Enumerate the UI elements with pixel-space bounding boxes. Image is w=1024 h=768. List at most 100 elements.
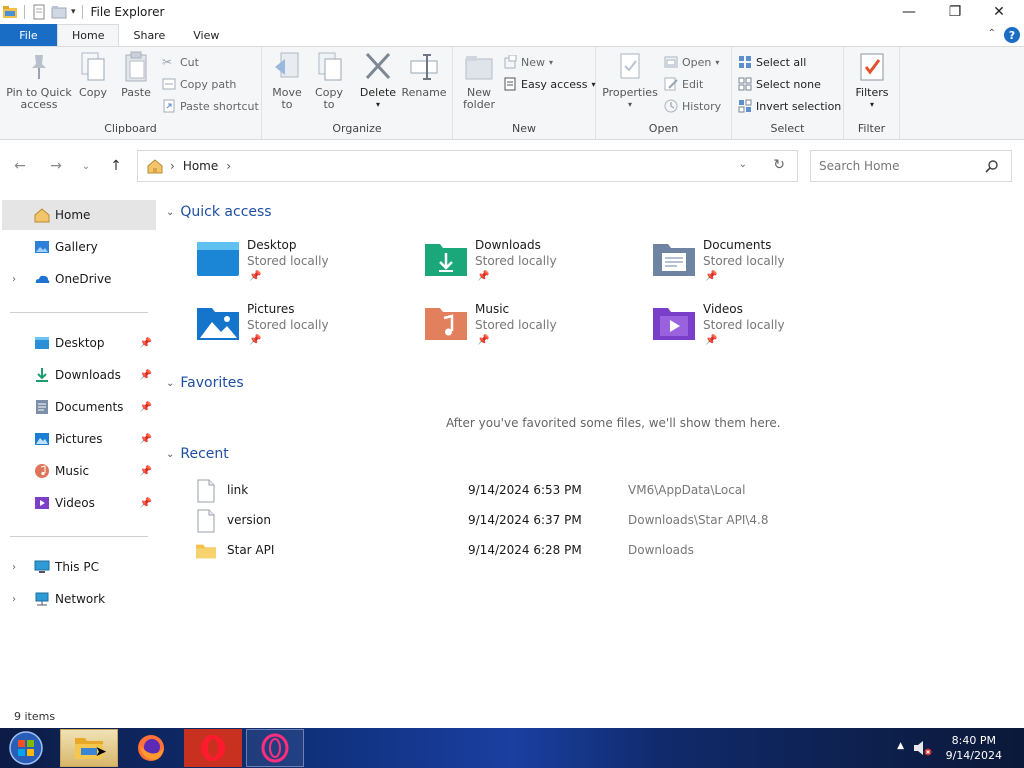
collapse-chevron-icon[interactable]: ⌄ [166, 449, 174, 460]
collapse-ribbon-icon[interactable]: ⌃ [988, 28, 996, 39]
sidebar-item-label: Desktop [55, 336, 105, 350]
tab-view[interactable]: View [179, 24, 233, 46]
tab-home[interactable]: Home [57, 24, 120, 46]
open-button[interactable]: Open ▾ [664, 55, 719, 69]
open-label: Open [682, 55, 712, 69]
quick-access-item[interactable]: Music Stored locally 📌 [424, 302, 644, 358]
sidebar-item-onedrive[interactable]: › OneDrive [2, 264, 156, 294]
recent-file-name: link [227, 483, 249, 497]
properties-button[interactable]: Properties ▾ [602, 51, 658, 111]
sidebar-item-pictures[interactable]: Pictures 📌 [2, 424, 156, 454]
quick-access-sub: Stored locally [703, 318, 785, 332]
tab-share[interactable]: Share [119, 24, 179, 46]
up-button[interactable]: ↑ [106, 156, 126, 176]
show-hidden-icons-icon[interactable]: ▲ [897, 741, 904, 751]
address-separator-icon-2[interactable]: › [226, 159, 231, 173]
quick-access-item[interactable]: Desktop Stored locally 📌 [196, 238, 416, 294]
pin-icon[interactable]: 📌 [140, 434, 152, 445]
search-box[interactable] [810, 150, 1012, 182]
pin-icon[interactable]: 📌 [140, 466, 152, 477]
quick-access-header[interactable]: ⌄ Quick access [166, 204, 272, 220]
recent-file-row[interactable]: Star API 9/14/2024 6:28 PM Downloads [190, 537, 810, 565]
pin-icon[interactable]: 📌 [140, 370, 152, 381]
minimize-icon: — [902, 4, 916, 20]
expand-chevron-icon[interactable]: › [12, 562, 16, 573]
paste-shortcut-button[interactable]: Paste shortcut [162, 99, 259, 113]
quick-access-item[interactable]: Videos Stored locally 📌 [652, 302, 872, 358]
pin-icon[interactable]: 📌 [140, 498, 152, 509]
new-folder-button[interactable]: New folder [461, 51, 497, 111]
pin-icon[interactable]: 📌 [140, 402, 152, 413]
forward-button[interactable]: → [46, 156, 66, 176]
sidebar-item-desktop[interactable]: Desktop 📌 [2, 328, 156, 358]
quick-access-item[interactable]: Documents Stored locally 📌 [652, 238, 872, 294]
copy-path-button[interactable]: Copy path [162, 77, 236, 91]
delete-button[interactable]: Delete ▾ [360, 51, 396, 111]
properties-qat-icon[interactable] [31, 4, 47, 20]
refresh-icon[interactable]: ↻ [773, 157, 785, 173]
taskbar-opera[interactable] [184, 729, 242, 767]
sidebar-item-videos[interactable]: Videos 📌 [2, 488, 156, 518]
search-input[interactable] [819, 159, 979, 173]
recent-file-location: VM6\AppData\Local [628, 483, 746, 497]
rename-button[interactable]: Rename [401, 51, 447, 99]
close-button[interactable]: ✕ [976, 0, 1022, 24]
maximize-button[interactable]: ❐ [932, 0, 978, 24]
taskbar-clock[interactable]: 8:40 PM 9/14/2024 [946, 733, 1002, 763]
recent-locations-button[interactable]: ⌄ [76, 156, 96, 176]
recent-file-row[interactable]: version 9/14/2024 6:37 PM Downloads\Star… [190, 507, 810, 535]
recent-header[interactable]: ⌄ Recent [166, 446, 229, 462]
quick-access-item[interactable]: Pictures Stored locally 📌 [196, 302, 416, 358]
filters-button[interactable]: Filters ▾ [854, 51, 890, 111]
sidebar-item-gallery[interactable]: Gallery [2, 232, 156, 262]
sidebar-item-network[interactable]: › Network [2, 584, 156, 614]
sidebar-item-label: Music [55, 464, 90, 478]
copy-icon [78, 51, 108, 83]
new-folder-qat-icon[interactable] [51, 4, 67, 20]
taskbar-firefox[interactable] [122, 729, 180, 767]
history-button[interactable]: History [664, 99, 721, 113]
start-button[interactable] [4, 730, 48, 766]
volume-muted-icon[interactable] [912, 739, 932, 757]
copy-button[interactable]: Copy [76, 51, 110, 99]
taskbar-opera-gx[interactable] [246, 729, 304, 767]
pin-to-quick-access-button[interactable]: Pin to Quick access [6, 51, 72, 111]
select-none-button[interactable]: Select none [738, 77, 821, 91]
expand-chevron-icon[interactable]: › [12, 594, 16, 605]
paste-button[interactable]: Paste [118, 51, 154, 99]
help-button[interactable]: ? [1004, 27, 1020, 43]
collapse-chevron-icon[interactable]: ⌄ [166, 207, 174, 218]
pin-icon: 📌 [477, 335, 490, 346]
sidebar-item-this-pc[interactable]: › This PC [2, 552, 156, 582]
select-all-button[interactable]: Select all [738, 55, 806, 69]
copy-to-button[interactable]: Copy to [312, 51, 346, 111]
sidebar-item-documents[interactable]: Documents 📌 [2, 392, 156, 422]
back-button[interactable]: ← [10, 156, 30, 176]
expand-chevron-icon[interactable]: › [12, 274, 16, 285]
edit-button[interactable]: Edit [664, 77, 703, 91]
sidebar-item-music[interactable]: Music 📌 [2, 456, 156, 486]
address-bar[interactable]: › Home › ⌄ ↻ [137, 150, 798, 182]
collapse-chevron-icon[interactable]: ⌄ [166, 378, 174, 389]
favorites-header[interactable]: ⌄ Favorites [166, 375, 244, 391]
quick-access-sub: Stored locally [475, 318, 557, 332]
taskbar-file-explorer[interactable]: ➤ [60, 729, 118, 767]
cut-button[interactable]: ✂ Cut [162, 55, 199, 69]
sidebar-item-downloads[interactable]: Downloads 📌 [2, 360, 156, 390]
pin-icon[interactable]: 📌 [140, 338, 152, 349]
breadcrumb-home[interactable]: Home [183, 159, 218, 173]
easy-access-button[interactable]: Easy access ▾ [503, 77, 596, 91]
qat-customize-icon[interactable]: ▾ [71, 7, 76, 17]
new-item-button[interactable]: New ▾ [503, 55, 553, 69]
quick-access-item[interactable]: Downloads Stored locally 📌 [424, 238, 644, 294]
search-icon[interactable] [985, 159, 999, 173]
tab-file[interactable]: File [0, 24, 57, 46]
invert-selection-button[interactable]: Invert selection [738, 99, 841, 113]
move-to-button[interactable]: Move to [270, 51, 304, 111]
minimize-button[interactable]: — [886, 0, 932, 24]
recent-file-row[interactable]: link 9/14/2024 6:53 PM VM6\AppData\Local [190, 477, 810, 505]
qat-divider [24, 5, 25, 19]
sidebar-item-home[interactable]: Home [2, 200, 156, 230]
address-dropdown-icon[interactable]: ⌄ [739, 159, 747, 170]
open-group: Properties ▾ Open ▾ Edit History Open [596, 47, 732, 139]
